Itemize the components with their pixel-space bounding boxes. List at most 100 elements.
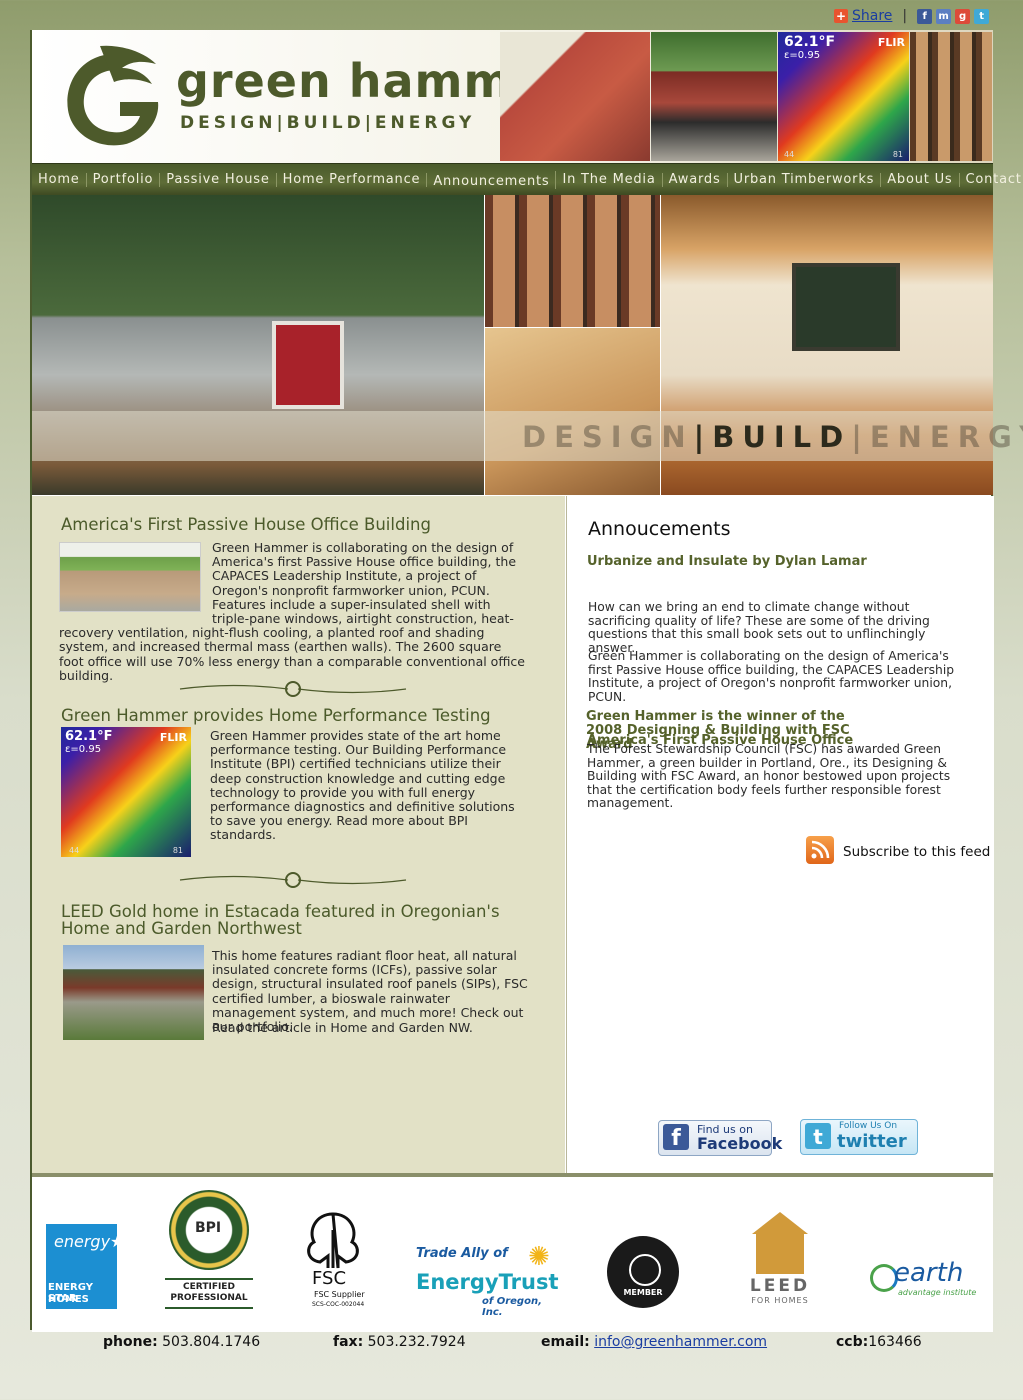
fsc-logo[interactable]: FSC FSC Supplier SCS-COC-002044 xyxy=(298,1210,374,1312)
contact-email: email: info@greenhammer.com xyxy=(541,1334,767,1350)
ccb-value: 163466 xyxy=(868,1334,922,1350)
energy-trust-logo[interactable]: Trade Ally of EnergyTrust of Oregon, Inc… xyxy=(416,1242,561,1318)
nav-about-us[interactable]: About Us xyxy=(881,172,960,187)
hero-tag-design: DESIGN xyxy=(522,420,694,454)
article-title[interactable]: America's First Passive House Office Bui… xyxy=(61,515,431,534)
usgbc-member-label: MEMBER xyxy=(623,1288,663,1297)
myspace-share-icon[interactable]: m xyxy=(936,8,952,24)
ccb-label: ccb: xyxy=(836,1334,869,1350)
header-photo-house xyxy=(651,32,777,161)
usgbc-member-logo[interactable]: MEMBER xyxy=(607,1236,679,1308)
hero-tag-sep1: | xyxy=(693,420,713,454)
google-share-icon[interactable]: g xyxy=(955,8,971,24)
leed-sub: FOR HOMES xyxy=(751,1296,809,1305)
share-link[interactable]: Share xyxy=(852,8,892,24)
thermal-scale-low: 44 xyxy=(69,846,80,855)
earth-title: earth xyxy=(894,1258,964,1288)
phone-label: phone: xyxy=(103,1334,158,1350)
contact-ccb: ccb:163466 xyxy=(836,1334,922,1350)
facebook-icon: f xyxy=(663,1124,689,1151)
earth-advantage-logo[interactable]: earth advantage institute xyxy=(870,1258,980,1306)
announcements-column xyxy=(566,496,994,1173)
image-spacer xyxy=(59,541,212,613)
hero-tag-energy: ENERGY xyxy=(869,420,1023,454)
hammer-logo-icon[interactable] xyxy=(60,44,164,152)
fsc-supplier: FSC Supplier xyxy=(314,1290,365,1299)
bpi-label-1: CERTIFIED xyxy=(183,1282,235,1292)
nav-announcements[interactable]: Announcements xyxy=(427,170,557,189)
announcement-heading[interactable]: Urbanize and Insulate by Dylan Lamar xyxy=(587,554,867,569)
announcement-text: Green Hammer is collaborating on the des… xyxy=(588,649,955,704)
nav-portfolio[interactable]: Portfolio xyxy=(87,172,161,187)
article-title[interactable]: LEED Gold home in Estacada featured in O… xyxy=(61,903,531,937)
leed-for-homes-logo[interactable]: LEED FOR HOMES xyxy=(748,1212,812,1308)
article-body: Green Hammer is collaborating on the des… xyxy=(59,540,529,683)
nav-home-performance[interactable]: Home Performance xyxy=(277,172,428,187)
thermal-brand: FLIR xyxy=(159,731,187,744)
house-roof-icon xyxy=(752,1212,808,1234)
bpi-logo[interactable]: BPI CERTIFIED PROFESSIONAL xyxy=(165,1190,255,1314)
nav-in-the-media[interactable]: In The Media xyxy=(556,172,663,187)
energy-trust-name: EnergyTrust xyxy=(416,1270,559,1294)
bpi-seal-text: BPI xyxy=(195,1220,222,1236)
rss-feed-icon[interactable] xyxy=(806,836,834,864)
earth-sub: advantage institute xyxy=(898,1288,977,1297)
energy-trust-pre: Trade Ally of xyxy=(416,1246,508,1261)
facebook-share-icon[interactable]: f xyxy=(917,8,933,24)
facebook-badge-bottom: Facebook xyxy=(697,1134,783,1153)
twitter-badge-top: Follow Us On xyxy=(839,1121,898,1131)
hero-photo-door xyxy=(272,321,344,409)
hero-photo-framing xyxy=(485,195,660,327)
share-bar: + Share | f m g t xyxy=(834,6,990,26)
announcement-text: The Forest Stewardship Council (FSC) has… xyxy=(587,742,951,810)
energy-star-logo[interactable]: energy★ ENERGY STAR HOMES xyxy=(46,1224,124,1309)
nav-contact-us[interactable]: Contact Us xyxy=(960,172,1023,187)
energy-trust-sub: of Oregon, Inc. xyxy=(482,1296,542,1318)
hero-tag-build: BUILD xyxy=(712,420,852,454)
twitter-badge-bottom: twitter xyxy=(837,1131,907,1152)
phone-value: 503.804.1746 xyxy=(162,1334,261,1350)
hero-tag-sep2: | xyxy=(851,420,870,454)
twitter-share-icon[interactable]: t xyxy=(974,8,990,24)
usgbc-leaf-icon xyxy=(629,1254,661,1286)
thermal-scale-low: 44 xyxy=(784,150,795,159)
article-link-text[interactable]: Read the article in Home and Garden NW. xyxy=(212,1020,528,1035)
estacada-house-image[interactable] xyxy=(63,945,204,1040)
fax-label: fax: xyxy=(333,1334,364,1350)
thermal-emissivity: ε=0.95 xyxy=(784,50,821,61)
nav-home[interactable]: Home xyxy=(32,172,87,187)
fsc-tree-icon xyxy=(307,1212,359,1269)
announcement-text: How can we bring an end to climate chang… xyxy=(588,600,930,655)
thermal-temp: 62.1°F xyxy=(784,34,836,50)
contact-phone: phone: 503.804.1746 xyxy=(103,1334,260,1350)
nav-urban-timberworks[interactable]: Urban Timberworks xyxy=(728,172,882,187)
divider-ornament-icon xyxy=(179,872,407,888)
energy-star-sub: HOMES xyxy=(48,1294,89,1305)
header-thermal-image: 62.1°F ε=0.95 FLIR 44 81 xyxy=(778,32,909,161)
nav-passive-house[interactable]: Passive House xyxy=(160,172,277,187)
energy-star-icon: energy★ xyxy=(54,1232,125,1251)
twitter-badge-button[interactable]: t Follow Us On twitter xyxy=(800,1119,918,1155)
subscribe-feed-link[interactable]: Subscribe to this feed xyxy=(843,844,990,860)
thermal-brand: FLIR xyxy=(877,36,905,49)
thermal-house-image[interactable]: 62.1°F ε=0.95 FLIR 44 81 xyxy=(61,727,191,857)
hero-tagline: DESIGN|BUILD|ENERGY xyxy=(522,420,1023,454)
header-photo-roof xyxy=(500,32,650,161)
nav-awards[interactable]: Awards xyxy=(663,172,728,187)
article-title[interactable]: Green Hammer provides Home Performance T… xyxy=(61,706,491,725)
brand-tagline: DESIGN|BUILD|ENERGY xyxy=(180,113,476,133)
email-label: email: xyxy=(541,1334,590,1350)
share-plus-icon[interactable]: + xyxy=(834,9,848,23)
bpi-label-2: PROFESSIONAL xyxy=(170,1293,248,1303)
thermal-temp: 62.1°F xyxy=(65,729,113,744)
fsc-code: SCS-COC-002044 xyxy=(312,1301,365,1308)
divider-ornament-icon xyxy=(179,681,407,697)
house-body-icon xyxy=(756,1234,804,1274)
header-photo-framing xyxy=(910,32,992,161)
thermal-scale-high: 81 xyxy=(892,150,903,159)
leed-title: LEED xyxy=(749,1276,811,1296)
facebook-badge-button[interactable]: f Find us on Facebook xyxy=(658,1120,782,1156)
email-link[interactable]: info@greenhammer.com xyxy=(594,1334,767,1350)
fax-value: 503.232.7924 xyxy=(367,1334,466,1350)
article-text: Green Hammer provides state of the art h… xyxy=(210,728,515,843)
